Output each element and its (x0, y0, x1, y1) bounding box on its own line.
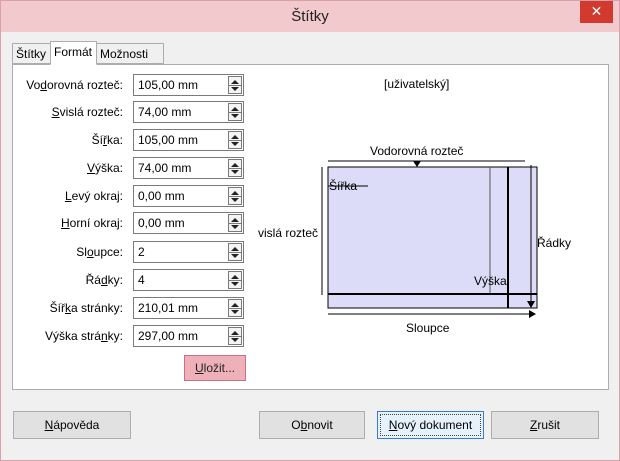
horizontal-pitch-caption: Vodorovná rozteč (370, 144, 463, 158)
pitch-marker-icon (413, 161, 421, 167)
label-preview: Vodorovná rozteč Šířka Výška vislá rozte… (258, 144, 571, 335)
format-panel: Vodorovná rozteč: 105,00 mm Svislá rozte… (12, 64, 609, 390)
reset-button[interactable]: Obnovit (259, 411, 365, 439)
columns-caption: Sloupce (406, 321, 450, 335)
cancel-button[interactable]: Zrušit (491, 411, 599, 439)
labels-dialog: Štítky ✕ Štítky Formát Možnosti Vodorovn… (0, 0, 620, 461)
width-caption: Šířka (329, 178, 357, 193)
columns-arrow-icon (529, 310, 536, 318)
height-caption: Výška (474, 274, 507, 288)
tab-labels[interactable]: Štítky (12, 43, 51, 64)
tab-format[interactable]: Formát (50, 41, 97, 65)
close-icon: ✕ (590, 3, 603, 19)
dialog-title: Štítky (291, 8, 329, 25)
help-button[interactable]: Nápověda (13, 411, 131, 439)
tab-options[interactable]: Možnosti (96, 43, 164, 64)
vertical-pitch-caption: vislá rozteč (258, 226, 318, 240)
close-button[interactable]: ✕ (580, 1, 613, 23)
new-document-button[interactable]: Nový dokument (377, 411, 484, 439)
title-bar: Štítky ✕ (1, 1, 619, 32)
rows-caption: Řádky (537, 235, 571, 250)
